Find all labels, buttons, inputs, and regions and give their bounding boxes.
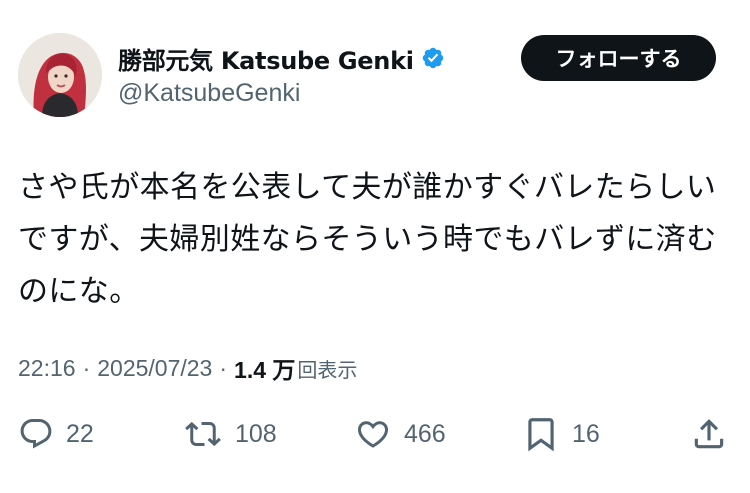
tweet-time[interactable]: 22:16: [18, 355, 76, 382]
views-count[interactable]: 1.4 万: [234, 351, 295, 385]
tweet-actions: 22 108 466 16: [0, 412, 750, 456]
avatar[interactable]: [18, 33, 102, 117]
share-upload-icon: [694, 419, 724, 449]
tweet-text-line: さや氏が本名を公表して夫が誰かすぐバレたらしい: [18, 170, 717, 205]
speech-bubble-icon: [20, 419, 52, 449]
tweet-date[interactable]: 2025/07/23: [97, 355, 212, 382]
bookmark-button[interactable]: 16: [522, 412, 600, 456]
follow-button[interactable]: フォローする: [521, 35, 716, 81]
meta-separator: ·: [82, 354, 91, 381]
repost-button[interactable]: 108: [183, 412, 277, 456]
reply-button[interactable]: 22: [18, 412, 94, 456]
tweet-text: さや氏が本名を公表して夫が誰かすぐバレたらしい ですが、夫婦別姓ならそういう時で…: [18, 162, 730, 318]
bookmark-count: 16: [572, 419, 600, 448]
views-label: 回表示: [297, 357, 358, 382]
repost-arrows-icon: [185, 421, 221, 447]
display-name[interactable]: 勝部元気 Katsube Genki: [118, 41, 414, 76]
bookmark-icon: [528, 418, 554, 452]
avatar-image: [18, 33, 102, 117]
like-button[interactable]: 466: [354, 412, 446, 456]
tweet-text-line: のにな。: [18, 274, 140, 309]
verified-badge-icon[interactable]: [421, 46, 445, 70]
author-name-row: 勝部元気 Katsube Genki: [118, 40, 445, 76]
reply-count: 22: [66, 419, 94, 448]
tweet-text-line: ですが、夫婦別姓ならそういう時でもバレずに済む: [18, 222, 717, 257]
repost-count: 108: [235, 419, 277, 448]
like-count: 466: [404, 419, 446, 448]
tweet-meta: 22:16 · 2025/07/23 · 1.4 万 回表示: [18, 351, 357, 385]
meta-separator: ·: [219, 354, 228, 381]
share-button[interactable]: [690, 412, 728, 456]
heart-icon: [357, 421, 389, 448]
user-handle[interactable]: @KatsubeGenki: [118, 79, 300, 108]
